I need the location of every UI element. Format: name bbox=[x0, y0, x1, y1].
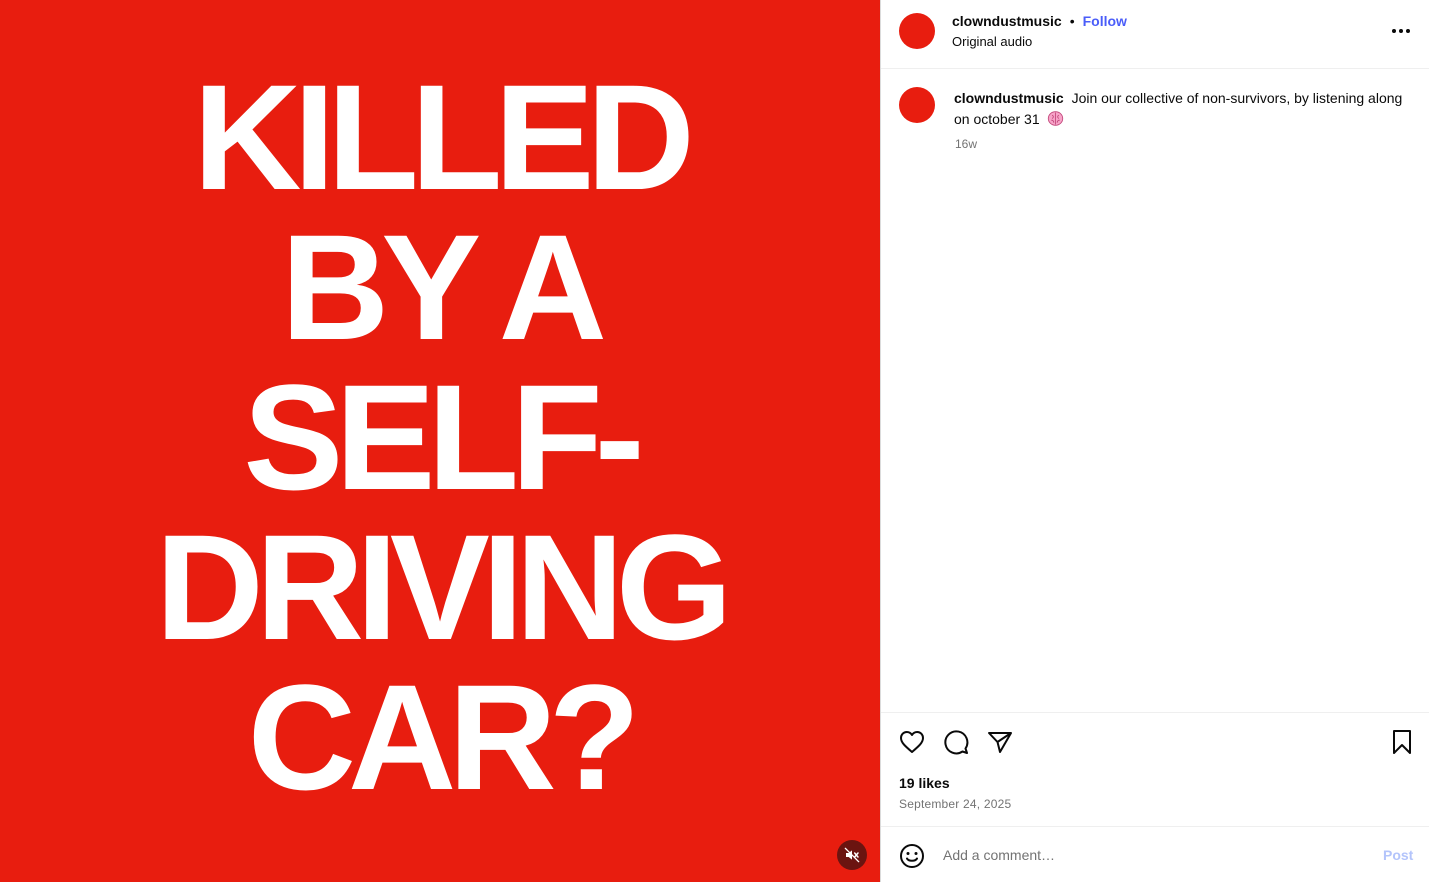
like-button[interactable] bbox=[898, 728, 926, 756]
poster-line: KILLED bbox=[193, 53, 695, 221]
comment-bar: Post bbox=[881, 826, 1429, 882]
poster-text: KILLED BY A SELF- DRIVING CAR? bbox=[0, 62, 880, 812]
follow-button[interactable]: Follow bbox=[1083, 13, 1127, 29]
comment-bubble-icon bbox=[944, 730, 969, 755]
speaker-muted-icon bbox=[844, 847, 860, 863]
smiley-icon bbox=[900, 844, 924, 868]
caption-timestamp[interactable]: 16w bbox=[955, 137, 977, 151]
audio-link[interactable]: Original audio bbox=[952, 34, 1032, 49]
username-link[interactable]: clowndustmusic bbox=[952, 13, 1062, 29]
poster-line: CAR? bbox=[247, 653, 641, 821]
paper-plane-icon bbox=[988, 732, 1012, 753]
poster-line: BY A bbox=[280, 203, 607, 371]
emoji-picker-button[interactable] bbox=[898, 842, 926, 870]
post-side-panel: clowndustmusic • Follow Original audio c… bbox=[880, 0, 1429, 882]
post-header: clowndustmusic • Follow Original audio bbox=[881, 0, 1429, 69]
bookmark-icon bbox=[1393, 730, 1411, 754]
avatar[interactable] bbox=[899, 13, 935, 49]
comment-input[interactable] bbox=[943, 843, 1363, 867]
more-options-button[interactable] bbox=[1387, 22, 1415, 40]
post-media[interactable]: KILLED BY A SELF- DRIVING CAR? bbox=[0, 0, 880, 882]
post-actions: 19 likes September 24, 2025 bbox=[881, 712, 1429, 826]
brain-emoji-icon bbox=[1047, 110, 1064, 133]
likes-count[interactable]: 19 likes bbox=[899, 775, 950, 791]
post-comment-button[interactable]: Post bbox=[1383, 847, 1413, 863]
more-horizontal-icon bbox=[1392, 29, 1410, 33]
caption-username-link[interactable]: clowndustmusic bbox=[954, 90, 1064, 106]
comment-button[interactable] bbox=[942, 728, 970, 756]
caption-avatar[interactable] bbox=[899, 87, 935, 123]
post-date[interactable]: September 24, 2025 bbox=[899, 797, 1011, 811]
share-button[interactable] bbox=[986, 728, 1014, 756]
poster-line: SELF- bbox=[243, 353, 644, 521]
separator-dot: • bbox=[1069, 13, 1075, 29]
poster-line: DRIVING bbox=[155, 503, 732, 671]
header-name-row: clowndustmusic • Follow bbox=[952, 12, 1127, 30]
save-button[interactable] bbox=[1388, 728, 1416, 756]
mute-button[interactable] bbox=[837, 840, 867, 870]
heart-icon bbox=[900, 731, 924, 753]
post-caption: clowndustmusic Join our collective of no… bbox=[954, 88, 1414, 133]
